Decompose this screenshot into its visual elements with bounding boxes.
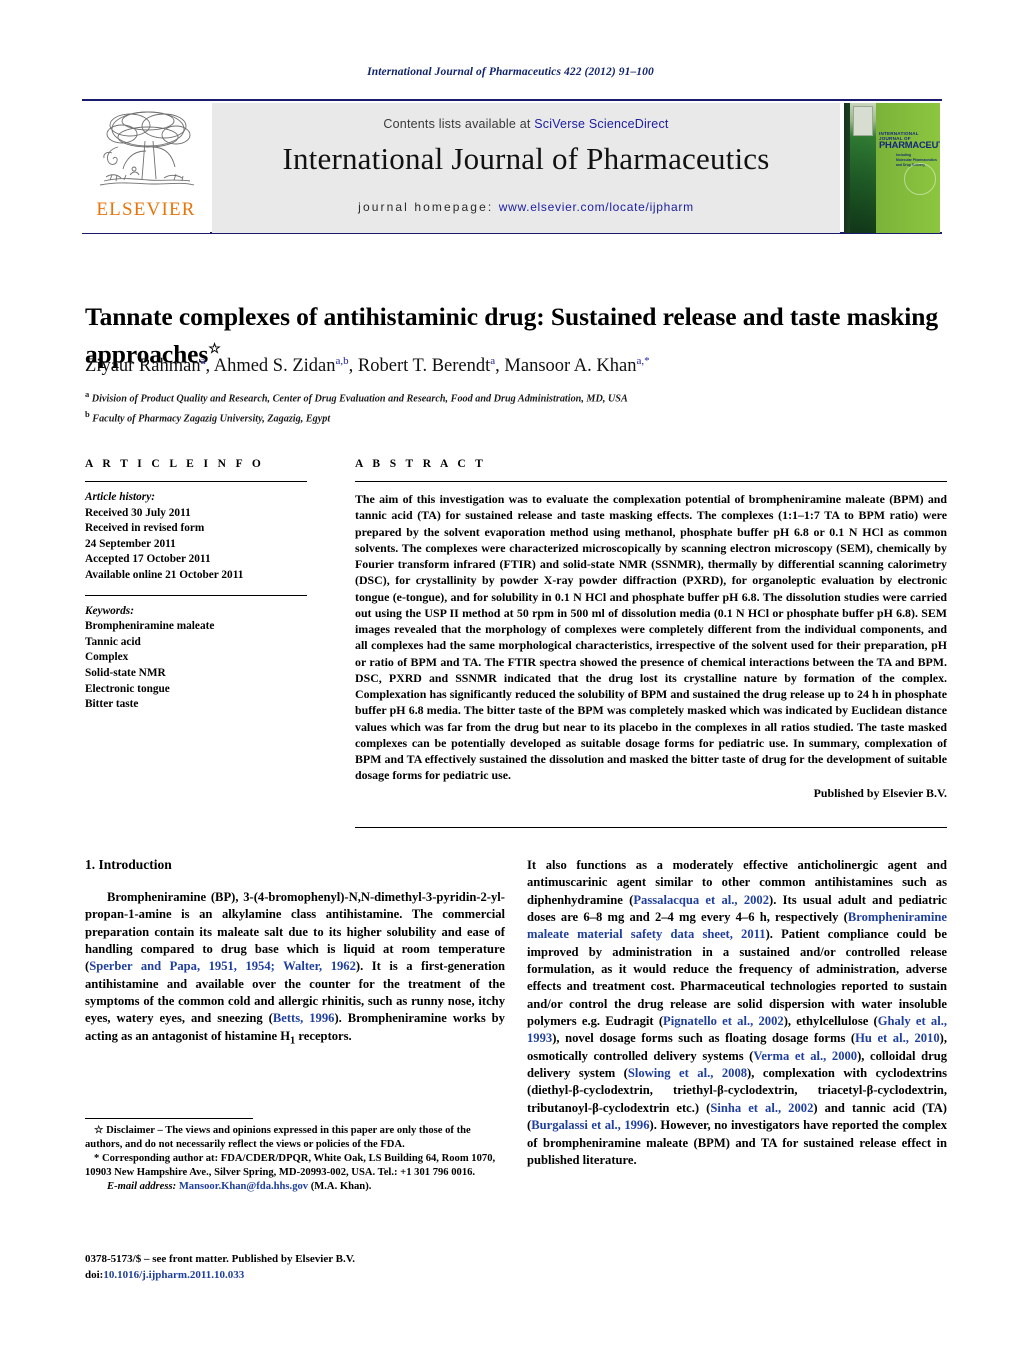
affiliation-item: b Faculty of Pharmacy Zagazig University… [85, 407, 947, 427]
journal-masthead: ELSEVIER Contents lists available at Sci… [82, 99, 942, 234]
introduction-right-column: It also functions as a moderately effect… [527, 857, 947, 1169]
journal-article-page: International Journal of Pharmaceutics 4… [0, 0, 1021, 1351]
keyword-item: Solid-state NMR [85, 666, 166, 679]
abstract-section: A B S T R A C T The aim of this investig… [355, 458, 947, 801]
article-history-label: Article history: [85, 491, 155, 503]
affiliation-text: Faculty of Pharmacy Zagazig University, … [92, 413, 331, 425]
keywords-label: Keywords: [85, 604, 134, 617]
abstract-published-by: Published by Elsevier B.V. [813, 785, 947, 800]
article-info-heading: A R T I C L E I N F O [85, 458, 265, 470]
introduction-paragraph-left: Brompheniramine (BP), 3-(4-bromophenyl)-… [85, 890, 505, 1047]
journal-cover-thumbnail: INTERNATIONAL JOURNAL OF PHARMACEUTICS I… [844, 103, 940, 233]
running-head: International Journal of Pharmaceutics 4… [367, 66, 654, 78]
footnote-divider [85, 1118, 253, 1119]
history-item: Received in revised form [85, 522, 205, 535]
keyword-item: Electronic tongue [85, 682, 170, 695]
doi-line: doi:10.1016/j.ijpharm.2011.10.033 [85, 1268, 515, 1284]
disclaimer-label: Disclaimer [106, 1125, 155, 1136]
affiliation-item: a Division of Product Quality and Resear… [85, 387, 947, 407]
doi-label: doi: [85, 1268, 104, 1281]
affiliation-list: a Division of Product Quality and Resear… [85, 387, 947, 427]
cover-art: INTERNATIONAL JOURNAL OF PHARMACEUTICS I… [844, 103, 940, 233]
history-item: Available online 21 October 2011 [85, 568, 244, 581]
article-history-block: Article history: Received 30 July 2011 R… [85, 490, 307, 584]
doi-link[interactable]: 10.1016/j.ijpharm.2011.10.033 [103, 1269, 244, 1281]
email-link[interactable]: Mansoor.Khan@fda.hhs.gov [179, 1181, 308, 1192]
email-label: E-mail address: [107, 1181, 177, 1193]
cover-line2: PHARMACEUTICS [879, 139, 940, 150]
affiliation-marker: a [85, 389, 90, 399]
issn-line: 0378-5173/$ – see front matter. Publishe… [85, 1253, 356, 1265]
keyword-item: Brompheniramine maleate [85, 620, 215, 633]
cover-ring-decoration [904, 163, 936, 195]
imprint-block: 0378-5173/$ – see front matter. Publishe… [85, 1252, 515, 1283]
keywords-block: Keywords: Brompheniramine maleate Tannic… [85, 604, 307, 713]
history-item: Accepted 17 October 2011 [85, 553, 211, 566]
cover-tube-label-graphic [853, 106, 873, 136]
article-info-divider [85, 481, 307, 482]
abstract-heading: A B S T R A C T [355, 458, 487, 470]
keyword-item: Complex [85, 651, 129, 664]
introduction-heading: 1. Introduction [85, 857, 172, 872]
abstract-divider [355, 481, 947, 482]
journal-homepage-link[interactable]: www.elsevier.com/locate/ijpharm [499, 200, 694, 214]
contents-available-line: Contents lists available at SciVerse Sci… [212, 117, 840, 131]
sciencedirect-link[interactable]: SciVerse ScienceDirect [534, 117, 668, 131]
disclaimer-marker: ☆ [94, 1125, 104, 1136]
introduction-paragraph-right: It also functions as a moderately effect… [527, 858, 948, 1167]
email-footnote: E-mail address: Mansoor.Khan@fda.hhs.gov… [85, 1180, 505, 1194]
affiliation-marker: b [85, 408, 90, 419]
email-suffix: (M.A. Khan). [310, 1181, 372, 1193]
article-info-section: A R T I C L E I N F O Article history: R… [85, 458, 307, 713]
contents-prefix: Contents lists available at [383, 117, 535, 131]
history-item: Received 30 July 2011 [85, 506, 191, 519]
keywords-divider [85, 594, 307, 596]
history-item: 24 September 2011 [85, 537, 176, 550]
footnote-block: ☆ Disclaimer – The views and opinions ex… [85, 1124, 505, 1194]
elsevier-wordmark: ELSEVIER [96, 199, 196, 220]
affiliation-text: Division of Product Quality and Research… [91, 393, 628, 405]
author-list: Ziyaur Rahmana, Ahmed S. Zidana,b, Rober… [85, 355, 650, 377]
disclaimer-footnote: ☆ Disclaimer – The views and opinions ex… [85, 1124, 505, 1152]
keyword-item: Bitter taste [85, 698, 139, 711]
elsevier-logo: ELSEVIER [82, 103, 210, 233]
homepage-prefix: journal homepage: [358, 200, 494, 214]
abstract-body: The aim of this investigation was to eva… [355, 492, 947, 783]
abstract-bottom-divider [355, 827, 947, 828]
corresponding-marker: * [94, 1153, 100, 1165]
journal-title: International Journal of Pharmaceutics [282, 141, 770, 176]
keyword-item: Tannic acid [85, 635, 141, 648]
masthead-band: Contents lists available at SciVerse Sci… [212, 103, 840, 233]
introduction-left-column: 1. Introduction Brompheniramine (BP), 3-… [85, 857, 505, 1050]
journal-homepage-line: journal homepage: www.elsevier.com/locat… [212, 200, 840, 214]
corresponding-author-footnote: * Corresponding author at: FDA/CDER/DPQR… [85, 1152, 505, 1180]
corresponding-text: Corresponding author at: FDA/CDER/DPQR, … [85, 1153, 496, 1179]
elsevier-tree-icon [90, 107, 202, 199]
